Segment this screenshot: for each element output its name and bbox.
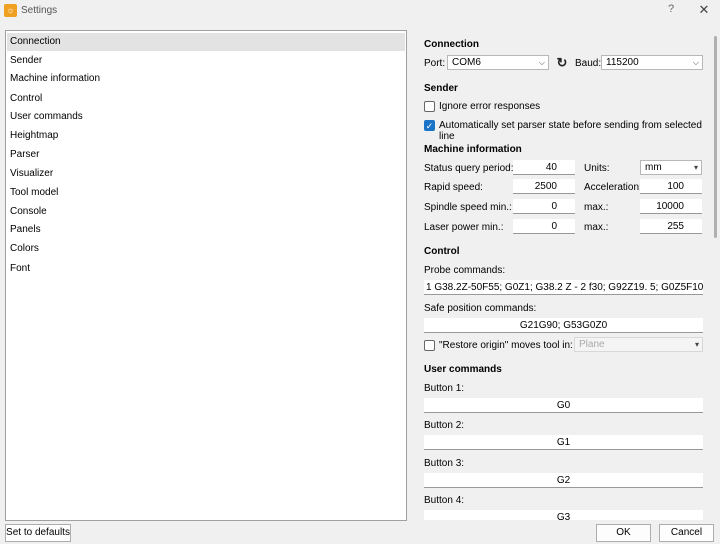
nav-item-user-commands[interactable]: User commands (7, 108, 405, 126)
spindle-max-label: max.: (584, 202, 609, 213)
nav-item-colors[interactable]: Colors (7, 240, 405, 258)
spindle-max-input[interactable]: 10000 (640, 199, 702, 214)
acceleration-input[interactable]: 100 (640, 179, 702, 194)
button-4-input[interactable]: G3 (424, 510, 703, 520)
probe-commands-input[interactable]: 1 G38.2Z-50F55; G0Z1; G38.2 Z - 2 f30; G… (424, 280, 703, 295)
settings-scrollbar[interactable] (714, 36, 717, 238)
button-3-input[interactable]: G2 (424, 473, 703, 488)
help-button[interactable]: ? (664, 3, 678, 19)
status-query-input[interactable]: 40 (513, 160, 575, 175)
button-1-input[interactable]: G0 (424, 398, 703, 413)
probe-commands-label: Probe commands: (424, 265, 506, 276)
control-heading: Control (424, 246, 460, 257)
laser-min-label: Laser power min.: (424, 222, 504, 233)
nav-item-machine-information[interactable]: Machine information (7, 70, 405, 88)
cancel-button[interactable]: Cancel (659, 524, 714, 542)
button-2-label: Button 2: (424, 420, 465, 431)
safe-position-label: Safe position commands: (424, 303, 537, 314)
button-3-label: Button 3: (424, 458, 465, 469)
baud-value: 115200 (606, 57, 639, 68)
restore-origin-checkbox[interactable] (424, 340, 435, 351)
window-title: Settings (21, 5, 58, 16)
restore-origin-select: Plane ▾ (574, 337, 703, 352)
nav-item-parser[interactable]: Parser (7, 146, 405, 164)
auto-parser-label: Automatically set parser state before se… (439, 120, 702, 142)
caret-down-icon: ▾ (694, 340, 699, 349)
set-defaults-button[interactable]: Set to defaults (5, 524, 71, 542)
button-1-label: Button 1: (424, 383, 465, 394)
rapid-speed-label: Rapid speed: (424, 182, 483, 193)
port-select[interactable]: COM6 ⌵ (447, 55, 549, 70)
baud-label: Baud: (575, 58, 602, 69)
app-icon: ☼ (4, 4, 17, 17)
nav-item-panels[interactable]: Panels (7, 221, 405, 239)
nav-item-font[interactable]: Font (7, 260, 405, 278)
title-bar: ☼ Settings ? ✕ (0, 0, 720, 22)
units-select[interactable]: mm ▾ (640, 160, 702, 175)
settings-category-list[interactable]: Connection Sender Machine information Co… (5, 30, 407, 521)
ignore-errors-label: Ignore error responses (439, 101, 541, 112)
refresh-icon[interactable]: ↻ (555, 56, 569, 70)
sender-heading: Sender (424, 83, 458, 94)
port-label: Port: (424, 58, 446, 69)
close-button[interactable]: ✕ (696, 2, 712, 18)
caret-down-icon: ▾ (693, 163, 698, 172)
safe-position-input[interactable]: G21G90; G53G0Z0 (424, 318, 703, 333)
laser-max-label: max.: (584, 222, 609, 233)
nav-item-connection[interactable]: Connection (7, 33, 405, 51)
units-value: mm (645, 162, 662, 173)
spindle-min-input[interactable]: 0 (513, 199, 575, 214)
nav-item-heightmap[interactable]: Heightmap (7, 127, 405, 145)
connection-heading: Connection (424, 39, 479, 50)
chevron-down-icon: ⌵ (538, 58, 545, 67)
nav-item-console[interactable]: Console (7, 203, 405, 221)
laser-max-input[interactable]: 255 (640, 219, 702, 234)
rapid-speed-input[interactable]: 2500 (513, 179, 575, 194)
button-4-clip: G3 (424, 510, 703, 520)
baud-select[interactable]: 115200 ⌵ (601, 55, 703, 70)
status-query-label: Status query period: (424, 163, 514, 174)
restore-origin-label: "Restore origin" moves tool in: (439, 340, 573, 351)
laser-min-input[interactable]: 0 (513, 219, 575, 234)
chevron-down-icon: ⌵ (692, 58, 699, 67)
nav-item-sender[interactable]: Sender (7, 52, 405, 70)
machine-heading: Machine information (424, 144, 522, 155)
port-value: COM6 (452, 57, 481, 68)
button-4-label: Button 4: (424, 495, 465, 506)
auto-parser-checkbox[interactable]: ✓ (424, 120, 435, 131)
units-label: Units: (584, 163, 610, 174)
spindle-min-label: Spindle speed min.: (424, 202, 512, 213)
user-commands-heading: User commands (424, 364, 502, 375)
button-2-input[interactable]: G1 (424, 435, 703, 450)
ignore-errors-checkbox[interactable] (424, 101, 435, 112)
acceleration-label: Acceleration: (584, 182, 642, 193)
restore-origin-value: Plane (579, 339, 605, 350)
nav-item-visualizer[interactable]: Visualizer (7, 165, 405, 183)
ok-button[interactable]: OK (596, 524, 651, 542)
nav-item-tool-model[interactable]: Tool model (7, 184, 405, 202)
nav-item-control[interactable]: Control (7, 90, 405, 108)
